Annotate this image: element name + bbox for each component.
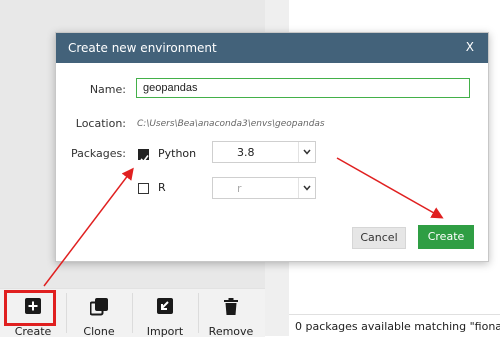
arrow-to-python	[43, 167, 134, 287]
annotation-arrows	[43, 157, 444, 287]
arrow-to-create	[336, 157, 444, 219]
